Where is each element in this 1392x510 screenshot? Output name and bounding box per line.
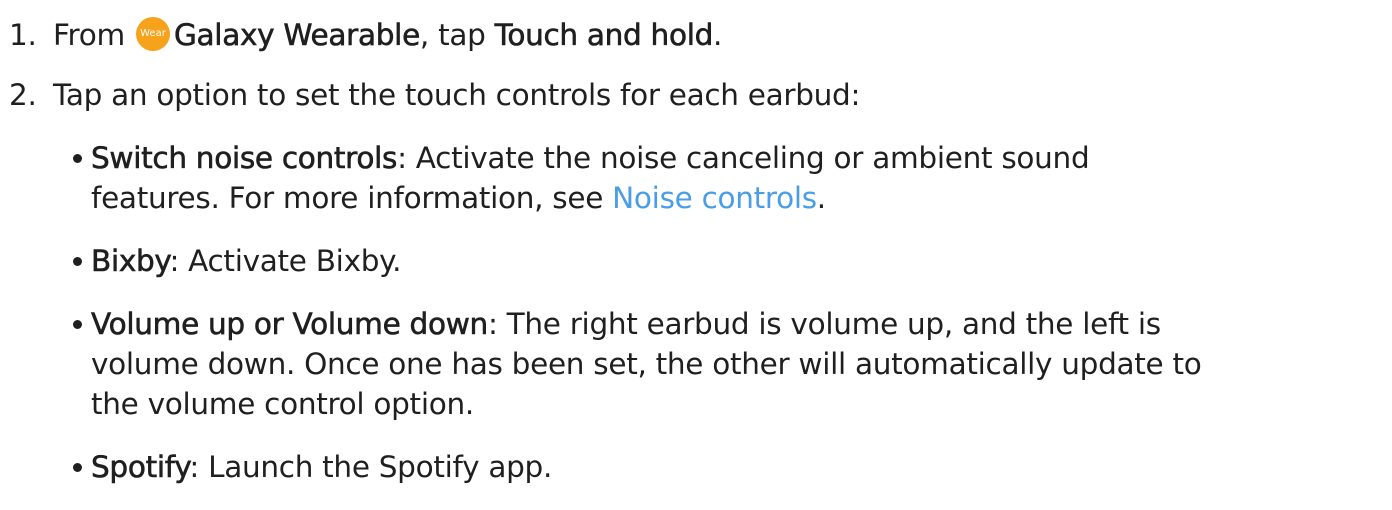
bullet-icon (73, 320, 82, 329)
noise-controls-link[interactable]: Noise controls (612, 181, 817, 215)
option-spotify: Spotify: Launch the Spotify app. (91, 450, 553, 485)
app-name: Galaxy Wearable (173, 18, 421, 53)
option-volume-cont: volume down. Once one has been set, the … (91, 346, 1202, 382)
option-term: Volume up or Volume down (91, 307, 489, 342)
option-term: Spotify (91, 450, 190, 485)
step-1: 1. From Wear Galaxy Wearable, tap Touch an… (9, 16, 723, 54)
option-bixby: Bixby: Activate Bixby. (91, 244, 402, 279)
step-text: From (53, 18, 134, 52)
option-volume-cont: the volume control option. (91, 386, 474, 422)
option-description: Launch the Spotify app. (208, 450, 553, 484)
option-switch-noise-controls-cont: features. For more information, see Nois… (91, 181, 826, 215)
step-text: Tap an option to set the touch controls … (53, 78, 861, 112)
bullet-icon (73, 257, 82, 266)
menu-option: Touch and hold (494, 18, 714, 53)
option-description: volume down. Once one has been set, the … (91, 347, 1202, 381)
step-text: , tap (419, 18, 495, 52)
galaxy-wearable-app-icon: Wear (135, 16, 170, 51)
option-description: The right earbud is volume up, and the l… (506, 307, 1161, 341)
option-description: the volume control option. (91, 387, 474, 421)
bullet-icon (73, 154, 82, 163)
option-switch-noise-controls: Switch noise controls: Activate the nois… (91, 141, 1090, 176)
step-number: 2. (9, 78, 37, 112)
option-term: Bixby (91, 244, 170, 279)
option-term: Switch noise controls (91, 141, 398, 176)
step-2: 2. Tap an option to set the touch control… (9, 77, 860, 113)
step-text: . (713, 18, 723, 52)
option-description: Activate Bixby. (188, 244, 402, 278)
step-number: 1. (9, 18, 37, 52)
option-description: Activate the noise canceling or ambient … (415, 141, 1090, 175)
option-volume: Volume up or Volume down: The right earb… (91, 307, 1161, 342)
option-description: features. For more information, see (91, 181, 613, 215)
bullet-icon (73, 463, 82, 472)
